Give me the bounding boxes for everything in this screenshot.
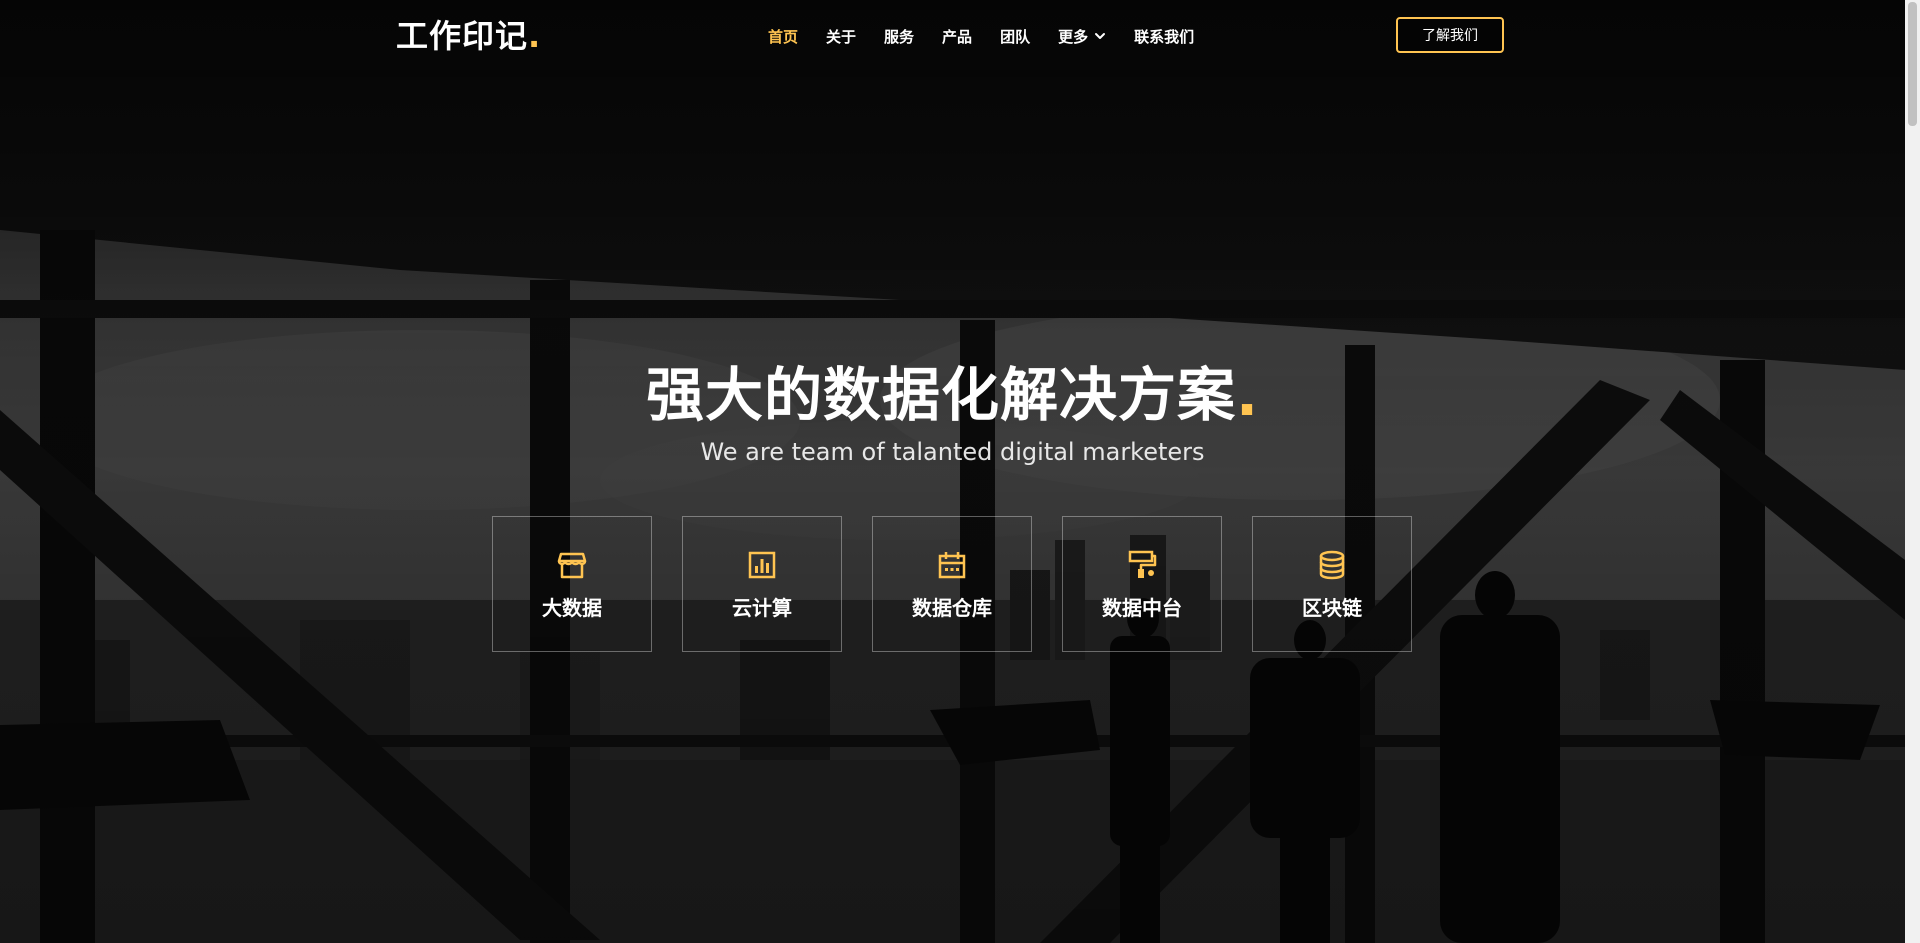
nav-item-about[interactable]: 关于 bbox=[826, 26, 856, 47]
hero-title-text: 强大的数据化解决方案 bbox=[645, 361, 1236, 429]
feature-label: 云计算 bbox=[732, 596, 792, 620]
feature-box-big-data[interactable]: 大数据 bbox=[492, 516, 652, 652]
logo-text: 工作印记 bbox=[396, 17, 529, 55]
nav-item-label: 联系我们 bbox=[1134, 27, 1195, 46]
nav-item-label: 更多 bbox=[1058, 27, 1089, 46]
store-icon bbox=[557, 552, 587, 579]
nav-item-label: 关于 bbox=[826, 27, 857, 46]
page-scrollbar[interactable] bbox=[1905, 0, 1920, 943]
learn-about-us-button[interactable]: 了解我们 bbox=[1396, 17, 1504, 53]
nav-item-label: 首页 bbox=[768, 27, 799, 46]
logo-dot: . bbox=[528, 17, 542, 55]
nav-item-home[interactable]: 首页 bbox=[768, 26, 798, 47]
feature-box-blockchain[interactable]: 区块链 bbox=[1252, 516, 1412, 652]
feature-label: 区块链 bbox=[1302, 596, 1362, 620]
hero-title: 强大的数据化解决方案. bbox=[0, 360, 1905, 430]
feature-label: 数据仓库 bbox=[912, 596, 992, 620]
nav-item-label: 服务 bbox=[884, 27, 915, 46]
page-viewport: 工作印记. 首页 关于 服务 产品 团队 更多 联系我们 了解我们 强大的数据化… bbox=[0, 0, 1905, 943]
nav-item-contact[interactable]: 联系我们 bbox=[1134, 26, 1194, 47]
hero-subtitle: We are team of talanted digital marketer… bbox=[700, 438, 1205, 466]
nav-item-label: 产品 bbox=[942, 27, 973, 46]
feature-box-cloud-computing[interactable]: 云计算 bbox=[682, 516, 842, 652]
hero-title-dot: . bbox=[1235, 361, 1260, 429]
bar-chart-box-icon bbox=[748, 551, 776, 579]
main-nav: 首页 关于 服务 产品 团队 更多 联系我们 bbox=[768, 22, 1222, 50]
site-header: 工作印记. 首页 关于 服务 产品 团队 更多 联系我们 了解我们 bbox=[0, 0, 1905, 72]
feature-label: 数据中台 bbox=[1102, 596, 1182, 620]
feature-box-data-warehouse[interactable]: 数据仓库 bbox=[872, 516, 1032, 652]
feature-label: 大数据 bbox=[542, 596, 602, 620]
chevron-down-icon bbox=[1095, 33, 1106, 39]
nav-item-team[interactable]: 团队 bbox=[1000, 26, 1030, 47]
feature-box-row: 大数据 云计算 数据仓库 数据中台 区块链 bbox=[492, 516, 1412, 652]
scrollbar-thumb[interactable] bbox=[1908, 2, 1917, 126]
nav-item-more-dropdown[interactable]: 更多 bbox=[1058, 26, 1106, 47]
calendar-icon bbox=[938, 552, 966, 579]
nav-item-label: 团队 bbox=[1000, 27, 1031, 46]
hero-dark-overlay bbox=[0, 0, 1905, 943]
database-icon bbox=[1319, 550, 1345, 580]
nav-item-services[interactable]: 服务 bbox=[884, 26, 914, 47]
site-logo[interactable]: 工作印记. bbox=[396, 14, 541, 58]
nav-item-products[interactable]: 产品 bbox=[942, 26, 972, 47]
paint-roller-icon bbox=[1128, 550, 1157, 578]
feature-box-data-middle-platform[interactable]: 数据中台 bbox=[1062, 516, 1222, 652]
